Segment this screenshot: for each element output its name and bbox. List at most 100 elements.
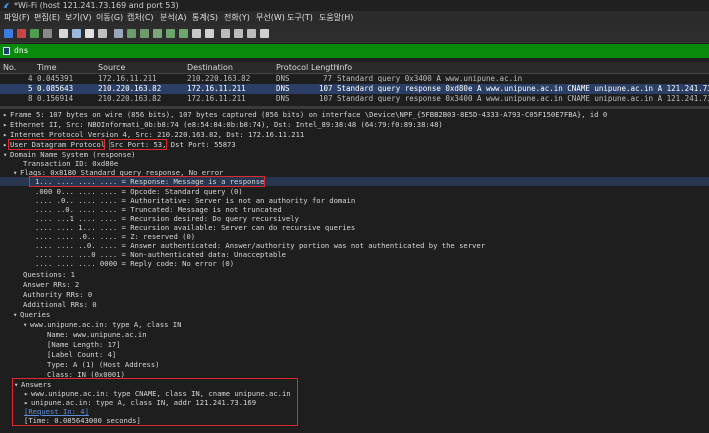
close-file-icon[interactable] <box>85 29 94 38</box>
bookmark-icon[interactable] <box>3 47 10 55</box>
menu-file[interactable]: 파일(F) <box>4 11 30 25</box>
go-forward-icon[interactable] <box>140 29 149 38</box>
collapse-arrow-icon[interactable]: ▾ <box>14 380 21 389</box>
go-to-packet-icon[interactable] <box>153 29 162 38</box>
flag-z[interactable]: .... .... .0.. .... = Z: reserved (0) <box>35 232 195 241</box>
menu-tools[interactable]: 도구(T) <box>287 11 313 25</box>
packet-row-selected[interactable]: 5 0.085643 210.220.163.82 172.16.11.211 … <box>0 84 709 94</box>
tree-answers[interactable]: ▾ Answers <box>14 380 51 389</box>
column-destination[interactable]: Destination <box>187 62 233 73</box>
expand-arrow-icon[interactable]: ▸ <box>3 120 10 129</box>
column-length[interactable]: Length <box>311 62 339 73</box>
link-request-in[interactable]: [Request In: 4] <box>24 407 89 416</box>
column-info[interactable]: Info <box>337 62 352 73</box>
collapse-arrow-icon[interactable]: ▾ <box>13 310 20 319</box>
flag-opcode[interactable]: .000 0... .... .... = Opcode: Standard q… <box>35 187 243 196</box>
tree-label: Answers <box>21 380 52 389</box>
zoom-in-icon[interactable] <box>221 29 230 38</box>
autoscroll-icon[interactable] <box>192 29 201 38</box>
stop-capture-icon[interactable] <box>17 29 26 38</box>
column-no[interactable]: No. <box>3 62 16 73</box>
field-name-length[interactable]: [Name Length: 17] <box>47 340 121 349</box>
tree-label: Domain Name System (response) <box>10 150 136 159</box>
display-filter-input[interactable]: dns <box>14 44 28 58</box>
menu-telephony[interactable]: 전화(Y) <box>224 11 250 25</box>
tree-query-entry[interactable]: ▾ www.unipune.ac.in: type A, class IN <box>23 320 181 329</box>
menu-go[interactable]: 이동(G) <box>96 11 123 25</box>
field-additional-rrs[interactable]: Additional RRs: 0 <box>23 300 97 309</box>
save-file-icon[interactable] <box>72 29 81 38</box>
display-filter-bar[interactable]: dns <box>0 44 709 58</box>
menu-help[interactable]: 도움말(H) <box>319 11 353 25</box>
menu-view[interactable]: 보기(V) <box>65 11 91 25</box>
packet-row[interactable]: 8 0.156914 210.220.163.82 172.16.11.211 … <box>0 94 709 104</box>
go-back-icon[interactable] <box>127 29 136 38</box>
flag-recursion-available[interactable]: .... .... 1... .... = Recursion availabl… <box>35 223 355 232</box>
capture-options-icon[interactable] <box>43 29 52 38</box>
request-in-link[interactable]: [Request In: 4] <box>24 407 89 416</box>
tree-dns[interactable]: ▾ Domain Name System (response) <box>3 150 136 159</box>
menu-analyze[interactable]: 분석(A) <box>160 11 186 25</box>
resize-columns-icon[interactable] <box>260 29 269 38</box>
packet-no: 8 <box>28 94 33 103</box>
flag-answer-authenticated[interactable]: .... .... ..0. .... = Answer authenticat… <box>35 241 485 250</box>
column-protocol[interactable]: Protocol <box>276 62 308 73</box>
field-transaction-id[interactable]: Transaction ID: 0xd80e <box>23 159 118 168</box>
packet-row[interactable]: 4 0.045391 172.16.11.211 210.220.163.82 … <box>0 74 709 84</box>
column-time[interactable]: Time <box>37 62 57 73</box>
restart-capture-icon[interactable] <box>30 29 39 38</box>
menu-edit[interactable]: 편집(E) <box>34 11 60 25</box>
field-label: Questions: 1 <box>23 270 75 279</box>
menu-capture[interactable]: 캡처(C) <box>127 11 154 25</box>
packet-protocol: DNS <box>276 74 290 83</box>
field-time[interactable]: [Time: 0.085643000 seconds] <box>24 416 141 425</box>
tree-label: www.unipune.ac.in: type A, class IN <box>30 320 182 329</box>
tree-ethernet[interactable]: ▸ Ethernet II, Src: NBOInformati_0b:b8:74… <box>3 120 443 129</box>
flag-recursion-desired[interactable]: .... ...1 .... .... = Recursion desired:… <box>35 214 299 223</box>
reload-icon[interactable] <box>98 29 107 38</box>
flag-line: .... .... ..0. .... = Answer authenticat… <box>35 241 486 250</box>
flag-non-authenticated[interactable]: .... .... ...0 .... = Non-authenticated … <box>35 250 286 259</box>
expand-arrow-icon[interactable]: ▸ <box>3 130 10 139</box>
tree-queries[interactable]: ▾ Queries <box>13 310 50 319</box>
packet-source: 210.220.163.82 <box>98 94 162 103</box>
find-packet-icon[interactable] <box>114 29 123 38</box>
menu-wireless[interactable]: 무선(W) <box>256 11 285 25</box>
collapse-arrow-icon[interactable]: ▾ <box>13 168 20 177</box>
zoom-out-icon[interactable] <box>234 29 243 38</box>
flag-line: .... ..0. .... .... = Truncated: Message… <box>35 205 282 214</box>
wireshark-logo-icon <box>3 3 10 9</box>
packet-info: Standard query 0x3400 A www.unipune.ac.i… <box>337 74 523 83</box>
first-packet-icon[interactable] <box>166 29 175 38</box>
field-label: Answer RRs: 2 <box>23 280 80 289</box>
field-questions[interactable]: Questions: 1 <box>23 270 75 279</box>
field-authority-rrs[interactable]: Authority RRs: 0 <box>23 290 92 299</box>
tree-ip[interactable]: ▸ Internet Protocol Version 4, Src: 210.2… <box>3 130 304 139</box>
tree-frame[interactable]: ▸ Frame 5: 107 bytes on wire (856 bits), … <box>3 110 607 119</box>
last-packet-icon[interactable] <box>179 29 188 38</box>
expand-arrow-icon[interactable]: ▸ <box>3 110 10 119</box>
field-query-name[interactable]: Name: www.unipune.ac.in <box>47 330 147 339</box>
open-file-icon[interactable] <box>59 29 68 38</box>
field-label-count[interactable]: [Label Count: 4] <box>47 350 116 359</box>
shark-fin-start-icon[interactable] <box>4 29 13 38</box>
tree-answer-a[interactable]: ▸ unipune.ac.in: type A, class IN, addr 1… <box>24 398 256 407</box>
field-answer-rrs[interactable]: Answer RRs: 2 <box>23 280 79 289</box>
collapse-arrow-icon[interactable]: ▾ <box>23 320 30 329</box>
expand-arrow-icon[interactable]: ▸ <box>24 398 31 407</box>
collapse-arrow-icon[interactable]: ▾ <box>3 150 10 159</box>
expand-arrow-icon[interactable]: ▸ <box>24 389 31 398</box>
flag-reply-code[interactable]: .... .... .... 0000 = Reply code: No err… <box>35 259 234 268</box>
pane-splitter[interactable] <box>0 106 709 109</box>
flag-truncated[interactable]: .... ..0. .... .... = Truncated: Message… <box>35 205 282 214</box>
tree-answer-cname[interactable]: ▸ www.unipune.ac.in: type CNAME, class IN… <box>24 389 291 398</box>
highlight-box-udp <box>8 139 105 150</box>
flag-authoritative[interactable]: .... .0.. .... .... = Authoritative: Ser… <box>35 196 355 205</box>
field-type[interactable]: Type: A (1) (Host Address) <box>47 360 160 369</box>
menu-statistics[interactable]: 통계(S) <box>192 11 218 25</box>
column-source[interactable]: Source <box>98 62 125 73</box>
colorize-icon[interactable] <box>205 29 214 38</box>
udp-dst-port: , Dst Port: 55873 <box>162 140 236 149</box>
zoom-reset-icon[interactable] <box>247 29 256 38</box>
tree-label: Internet Protocol Version 4, Src: 210.22… <box>10 130 305 139</box>
